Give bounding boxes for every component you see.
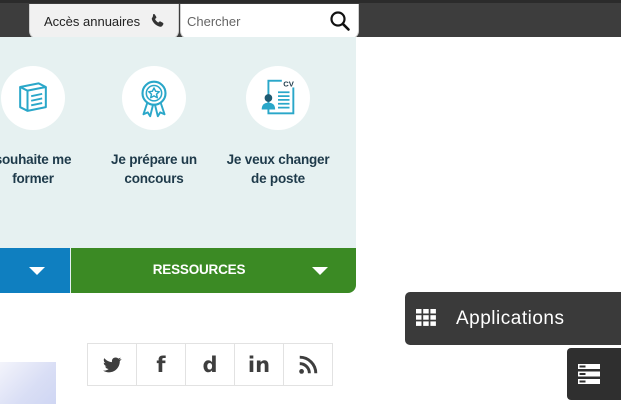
award-ribbon-icon xyxy=(141,80,167,118)
thumbnail-image[interactable] xyxy=(0,362,56,404)
panel-button-bar: RESSOURCES xyxy=(0,248,356,293)
blue-dropdown-button[interactable] xyxy=(0,248,70,293)
facebook-icon: f xyxy=(156,352,166,377)
social-links: f d in xyxy=(87,343,337,386)
card-label-line2: concours xyxy=(124,171,184,186)
cv-document-icon: CV xyxy=(261,78,296,115)
ressources-dropdown-button[interactable]: RESSOURCES xyxy=(71,248,356,293)
search-input[interactable] xyxy=(187,13,327,29)
card-label: Je veux changer de poste xyxy=(218,150,338,188)
card-label-line1: souhaite me xyxy=(0,152,72,167)
server-stack-icon xyxy=(578,364,600,384)
annuaires-label: Accès annuaires xyxy=(44,13,141,29)
side-menu-button[interactable] xyxy=(567,348,621,400)
book-icon xyxy=(19,82,47,112)
card-label-line2: former xyxy=(12,171,54,186)
ressources-label: RESSOURCES xyxy=(152,262,246,277)
search-box xyxy=(180,4,359,39)
card-label: Je prépare un concours xyxy=(94,150,214,188)
applications-button[interactable]: Applications xyxy=(405,292,621,345)
card-icon-circle: CV xyxy=(246,66,310,130)
grid-icon xyxy=(416,309,436,326)
dailymotion-link[interactable]: d xyxy=(185,343,235,386)
card-label: souhaite me former xyxy=(0,150,93,188)
card-label-line1: Je veux changer xyxy=(226,152,330,167)
card-label-line1: Je prépare un xyxy=(111,152,197,167)
dailymotion-icon: d xyxy=(202,352,218,377)
rss-icon xyxy=(299,355,318,374)
chevron-down-icon xyxy=(312,267,328,275)
phone-icon xyxy=(150,13,166,29)
card-icon-circle xyxy=(1,66,65,130)
facebook-link[interactable]: f xyxy=(136,343,186,386)
linkedin-icon: in xyxy=(247,352,271,377)
orientation-panel: souhaite me former Je prépare un concour… xyxy=(0,37,356,293)
cv-badge: CV xyxy=(283,80,295,89)
card-label-line2: de poste xyxy=(251,171,305,186)
twitter-link[interactable] xyxy=(87,343,137,386)
applications-label: Applications xyxy=(456,308,565,329)
search-icon[interactable] xyxy=(329,10,351,32)
top-bar-edge xyxy=(0,0,621,3)
annuaires-button[interactable]: Accès annuaires xyxy=(29,4,179,39)
twitter-icon xyxy=(103,356,122,372)
rss-link[interactable] xyxy=(283,343,333,386)
linkedin-link[interactable]: in xyxy=(234,343,284,386)
card-icon-circle xyxy=(122,66,186,130)
chevron-down-icon xyxy=(29,267,45,275)
